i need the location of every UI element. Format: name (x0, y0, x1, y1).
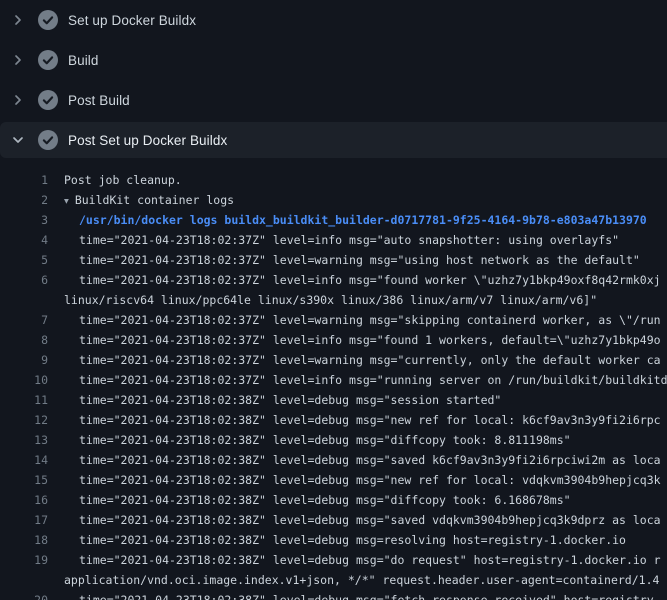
log-text: /usr/bin/docker logs buildx_buildkit_bui… (79, 213, 647, 227)
line-number-link[interactable]: 13 (0, 433, 48, 447)
log-line: 4 time="2021-04-23T18:02:37Z" level=info… (0, 230, 667, 250)
log-text: time="2021-04-23T18:02:38Z" level=debug … (79, 413, 661, 427)
line-number-link[interactable]: 2 (0, 193, 48, 207)
log-text: time="2021-04-23T18:02:37Z" level=info m… (79, 333, 661, 347)
line-number-link[interactable]: 12 (0, 413, 48, 427)
line-number-link[interactable]: 14 (0, 453, 48, 467)
line-number-link[interactable]: 7 (0, 313, 48, 327)
log-text: time="2021-04-23T18:02:37Z" level=info m… (79, 373, 667, 387)
check-circle-icon (38, 130, 58, 150)
line-number-link[interactable]: 19 (0, 553, 48, 567)
step-row-post-set-up-docker-buildx[interactable]: Post Set up Docker Buildx (0, 120, 667, 160)
step-row-build[interactable]: Build (0, 40, 667, 80)
line-number-link[interactable]: 10 (0, 373, 48, 387)
step-row-post-build[interactable]: Post Build (0, 80, 667, 120)
line-number-link[interactable]: 3 (0, 213, 48, 227)
step-label: Set up Docker Buildx (68, 13, 196, 28)
log-text: time="2021-04-23T18:02:38Z" level=debug … (79, 513, 661, 527)
chevron-right-icon (10, 52, 26, 68)
actions-log-viewer: Set up Docker Buildx Build Post Build Po… (0, 0, 667, 600)
log-line: 9 time="2021-04-23T18:02:37Z" level=warn… (0, 350, 667, 370)
log-text: time="2021-04-23T18:02:38Z" level=debug … (79, 453, 661, 467)
group-collapse-triangle-icon: ▼ (64, 196, 69, 205)
step-label: Post Set up Docker Buildx (68, 133, 227, 148)
check-circle-icon (38, 90, 58, 110)
log-text: time="2021-04-23T18:02:38Z" level=debug … (79, 593, 661, 600)
chevron-down-icon (10, 132, 26, 148)
chevron-right-icon (10, 92, 26, 108)
line-number-link[interactable]: 11 (0, 393, 48, 407)
line-number-link[interactable]: 18 (0, 533, 48, 547)
log-line: 18 time="2021-04-23T18:02:38Z" level=deb… (0, 530, 667, 550)
line-number-link[interactable]: 16 (0, 493, 48, 507)
log-text: application/vnd.oci.image.index.v1+json,… (64, 573, 659, 587)
log-area: 1 Post job cleanup. 2 ▼ BuildKit containe… (0, 160, 667, 600)
line-number-link[interactable]: 9 (0, 353, 48, 367)
log-text: linux/riscv64 linux/ppc64le linux/s390x … (64, 293, 597, 307)
step-label: Post Build (68, 93, 130, 108)
log-line: 8 time="2021-04-23T18:02:37Z" level=info… (0, 330, 667, 350)
log-text: time="2021-04-23T18:02:37Z" level=warnin… (79, 313, 661, 327)
line-number-link[interactable]: 20 (0, 593, 48, 600)
log-line: 5 time="2021-04-23T18:02:37Z" level=warn… (0, 250, 667, 270)
log-text: time="2021-04-23T18:02:38Z" level=debug … (79, 553, 661, 567)
log-line: 3 /usr/bin/docker logs buildx_buildkit_b… (0, 210, 667, 230)
log-text: time="2021-04-23T18:02:38Z" level=debug … (79, 533, 626, 547)
line-number-link[interactable]: 15 (0, 473, 48, 487)
log-line: 7 time="2021-04-23T18:02:37Z" level=warn… (0, 310, 667, 330)
log-line: 17 time="2021-04-23T18:02:38Z" level=deb… (0, 510, 667, 530)
check-circle-icon (38, 50, 58, 70)
line-number-link[interactable]: 4 (0, 233, 48, 247)
log-text: time="2021-04-23T18:02:37Z" level=warnin… (79, 353, 661, 367)
log-line: 10 time="2021-04-23T18:02:37Z" level=inf… (0, 370, 667, 390)
log-line: application/vnd.oci.image.index.v1+json,… (0, 570, 667, 590)
steps-list: Set up Docker Buildx Build Post Build Po… (0, 0, 667, 160)
log-line: 1 Post job cleanup. (0, 170, 667, 190)
log-group-toggle[interactable]: ▼ BuildKit container logs (64, 193, 234, 207)
log-line: 13 time="2021-04-23T18:02:38Z" level=deb… (0, 430, 667, 450)
log-line: 12 time="2021-04-23T18:02:38Z" level=deb… (0, 410, 667, 430)
line-number-link[interactable]: 1 (0, 173, 48, 187)
line-number-link[interactable]: 17 (0, 513, 48, 527)
log-line: 14 time="2021-04-23T18:02:38Z" level=deb… (0, 450, 667, 470)
log-line: 19 time="2021-04-23T18:02:38Z" level=deb… (0, 550, 667, 570)
line-number-link[interactable]: 5 (0, 253, 48, 267)
step-label: Build (68, 53, 99, 68)
log-text: time="2021-04-23T18:02:38Z" level=debug … (79, 473, 661, 487)
line-number-link[interactable]: 6 (0, 273, 48, 287)
check-circle-icon (38, 10, 58, 30)
log-line: 6 time="2021-04-23T18:02:37Z" level=info… (0, 270, 667, 290)
log-text: time="2021-04-23T18:02:37Z" level=info m… (79, 233, 619, 247)
log-text: time="2021-04-23T18:02:37Z" level=info m… (79, 273, 661, 287)
log-text: time="2021-04-23T18:02:38Z" level=debug … (79, 493, 571, 507)
chevron-right-icon (10, 12, 26, 28)
log-text: time="2021-04-23T18:02:38Z" level=debug … (79, 433, 571, 447)
log-line: 16 time="2021-04-23T18:02:38Z" level=deb… (0, 490, 667, 510)
log-text: time="2021-04-23T18:02:37Z" level=warnin… (79, 253, 640, 267)
log-text: Post job cleanup. (64, 173, 182, 187)
log-line: 11 time="2021-04-23T18:02:38Z" level=deb… (0, 390, 667, 410)
line-number-link[interactable]: 8 (0, 333, 48, 347)
log-line: 20 time="2021-04-23T18:02:38Z" level=deb… (0, 590, 667, 600)
group-title: BuildKit container logs (75, 193, 234, 207)
log-line: 2 ▼ BuildKit container logs (0, 190, 667, 210)
step-row-set-up-docker-buildx[interactable]: Set up Docker Buildx (0, 0, 667, 40)
log-line: 15 time="2021-04-23T18:02:38Z" level=deb… (0, 470, 667, 490)
log-text: time="2021-04-23T18:02:38Z" level=debug … (79, 393, 501, 407)
log-line: linux/riscv64 linux/ppc64le linux/s390x … (0, 290, 667, 310)
